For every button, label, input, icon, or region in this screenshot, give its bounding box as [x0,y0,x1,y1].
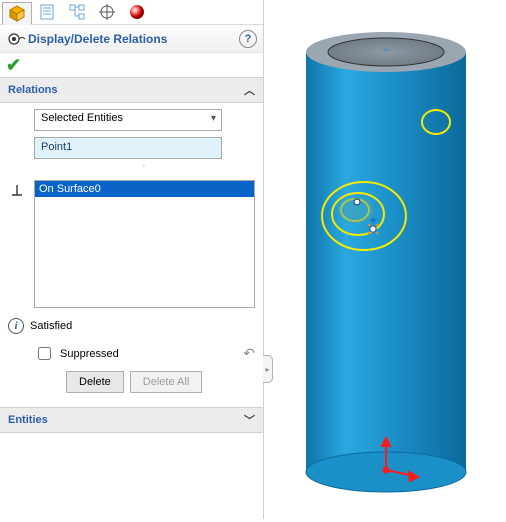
display-relations-icon [6,31,28,47]
section-entities-header[interactable]: Entities ﹀ [0,407,263,433]
perpendicular-icon [8,182,26,198]
selected-entity-value: Point1 [41,141,72,153]
tree-icon [68,3,86,21]
sketch-point[interactable] [354,199,360,205]
section-entities-label: Entities [8,414,48,426]
scene-svg [264,0,506,519]
delete-button[interactable]: Delete [66,371,124,393]
tab-feature-manager[interactable] [2,2,32,25]
selected-entity-field[interactable]: Point1 [34,137,222,159]
delete-all-button: Delete All [130,371,202,393]
relation-item-onsurface[interactable]: On Surface0 [35,181,254,197]
pm-title: Display/Delete Relations [28,32,239,46]
pm-titlebar: Display/Delete Relations ? [0,25,263,53]
resize-grip[interactable]: ◦ [34,161,255,170]
section-relations-body: Selected Entities Point1 ◦ On Surface0 i… [0,103,263,407]
relations-listbox[interactable]: On Surface0 [34,180,255,308]
relations-filter-value: Selected Entities [41,112,123,124]
pm-ok-bar: ✔ [0,53,263,77]
tab-dimxpert[interactable] [92,1,122,24]
tab-configuration-manager[interactable] [62,1,92,24]
target-icon [98,3,116,21]
tab-property-manager[interactable] [32,1,62,24]
help-icon[interactable]: ? [239,30,257,48]
undo-icon[interactable]: ↶ [243,345,255,362]
graphics-viewport[interactable]: ▸ [264,0,506,519]
chevron-down-icon: ﹀ [244,412,255,428]
panel-collapse-handle[interactable]: ▸ [263,355,273,383]
property-manager-panel: Display/Delete Relations ? ✔ Relations ︿… [0,0,264,519]
suppressed-checkbox[interactable] [38,347,51,360]
suppressed-label: Suppressed [60,348,119,360]
section-relations-label: Relations [8,84,58,96]
section-relations-header[interactable]: Relations ︿ [0,77,263,103]
relations-filter-combo[interactable]: Selected Entities [34,109,222,131]
sheet-icon [38,3,56,21]
ok-check-icon[interactable]: ✔ [6,55,21,75]
status-text: Satisfied [30,320,72,332]
chevron-up-icon: ︿ [244,82,255,98]
cube-icon [8,4,26,22]
ball-icon [128,3,146,21]
panel-tabstrip [0,0,263,25]
cylinder-side[interactable] [306,52,466,472]
info-icon: i [8,318,24,334]
tab-appearance[interactable] [122,1,152,24]
